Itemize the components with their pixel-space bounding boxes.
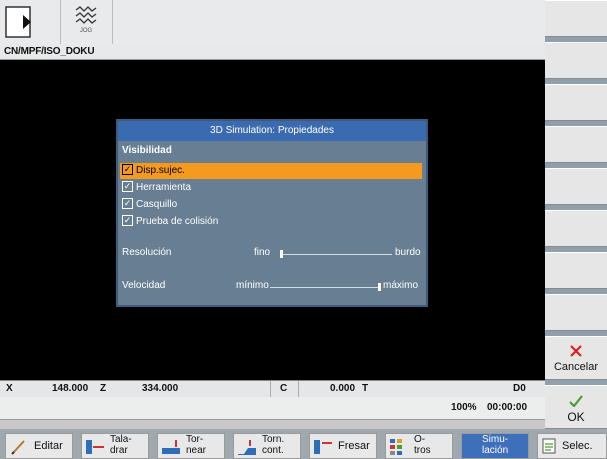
- option-chuck-label: Casquillo: [136, 199, 178, 210]
- checkmark-icon: [569, 395, 583, 407]
- turning-softkey-label: Tor- near: [186, 434, 206, 456]
- speed-max-label: máximo: [383, 280, 419, 291]
- option-collision-label: Prueba de colisión: [136, 216, 219, 227]
- cancel-icon: [570, 345, 582, 357]
- option-chuck[interactable]: ✓ Casquillo: [122, 197, 177, 213]
- d-offset-label: D0: [513, 383, 526, 394]
- feed-override: 100%: [451, 402, 477, 413]
- edit-softkey[interactable]: Editar: [5, 433, 73, 459]
- contour-turning-softkey-line2: cont.: [262, 445, 284, 456]
- checkbox-collision[interactable]: ✓: [122, 214, 133, 226]
- program-status-line: 100% 00:00:00: [0, 397, 545, 420]
- x-axis-label: X: [6, 383, 13, 394]
- option-collision[interactable]: ✓ Prueba de colisión: [122, 214, 218, 230]
- turning-softkey-line1: Tor-: [186, 434, 204, 445]
- x-axis-value: 148.000: [52, 383, 89, 394]
- others-softkey-line1: O-: [414, 434, 426, 445]
- tool-label: T: [362, 383, 369, 394]
- option-tool-label: Herramienta: [136, 182, 192, 193]
- resolution-slider-handle[interactable]: [280, 250, 283, 258]
- others-icon: [390, 439, 402, 455]
- drilling-icon: [86, 440, 104, 454]
- others-softkey-line2: tros: [414, 445, 431, 456]
- cancel-button[interactable]: Cancelar: [545, 336, 607, 380]
- milling-softkey[interactable]: Fresar: [309, 433, 377, 459]
- contour-turning-softkey-label: Torn. cont.: [262, 434, 284, 456]
- machine-mode-icon: [5, 6, 31, 38]
- properties-dialog: 3D Simulation: Propiedades Visibilidad ✓…: [116, 119, 428, 307]
- vertical-softkey-4[interactable]: [545, 126, 607, 163]
- option-fixture-label: Disp.sujec.: [136, 165, 185, 176]
- edit-softkey-label: Editar: [34, 440, 63, 452]
- runtime-display: 00:00:00: [487, 402, 528, 413]
- ok-button[interactable]: OK: [545, 385, 607, 429]
- contour-turning-icon: [238, 440, 256, 455]
- edit-icon: [11, 440, 25, 455]
- ok-label: OK: [567, 410, 585, 424]
- cancel-label: Cancelar: [553, 361, 599, 373]
- dialog-title: 3D Simulation: Propiedades: [118, 121, 426, 141]
- simulation-softkey-line1: Simu-: [482, 434, 509, 445]
- vertical-softkey-7[interactable]: [545, 252, 607, 289]
- header-separator: [60, 0, 61, 44]
- checkbox-chuck[interactable]: ✓: [122, 197, 133, 209]
- jog-label: JOG: [79, 28, 93, 34]
- c-axis-value: 0.000: [330, 383, 356, 394]
- status-separator: [298, 381, 299, 398]
- checkbox-fixture[interactable]: ✓: [122, 163, 133, 175]
- select-softkey-label: Selec.: [562, 440, 593, 452]
- program-path: CN/MPF/ISO_DOKU: [0, 44, 545, 60]
- checkbox-tool[interactable]: ✓: [122, 180, 133, 192]
- drilling-softkey[interactable]: Tala- drar: [81, 433, 149, 459]
- option-tool[interactable]: ✓ Herramienta: [122, 180, 191, 196]
- c-axis-label: C: [280, 383, 288, 394]
- status-separator: [270, 381, 271, 398]
- select-softkey[interactable]: Selec.: [537, 433, 607, 459]
- vertical-softkey-1[interactable]: [545, 0, 607, 37]
- vertical-softkey-3[interactable]: [545, 84, 607, 121]
- resolution-max-label: burdo: [395, 247, 421, 258]
- drilling-softkey-line2: drar: [110, 445, 128, 456]
- vertical-softkey-8[interactable]: [545, 294, 607, 331]
- turning-icon: [162, 440, 180, 454]
- milling-softkey-label: Fresar: [338, 440, 370, 452]
- vertical-softkey-2[interactable]: [545, 42, 607, 79]
- resolution-slider[interactable]: [280, 254, 392, 255]
- turning-softkey-line2: near: [186, 445, 207, 456]
- turning-softkey[interactable]: Tor- near: [157, 433, 225, 459]
- drilling-softkey-line1: Tala-: [110, 434, 132, 445]
- simulation-softkey[interactable]: Simu- lación: [461, 433, 529, 459]
- speed-slider[interactable]: [270, 287, 380, 288]
- speed-slider-handle[interactable]: [378, 283, 381, 291]
- visibility-heading: Visibilidad: [122, 145, 172, 156]
- simulation-softkey-label: Simu- lación: [482, 434, 508, 456]
- contour-turning-softkey-line1: Torn.: [262, 434, 285, 445]
- top-header: JOG: [0, 0, 545, 45]
- z-axis-label: Z: [100, 383, 107, 394]
- vertical-softkey-6[interactable]: [545, 210, 607, 247]
- speed-label: Velocidad: [122, 280, 166, 291]
- header-separator: [112, 0, 113, 44]
- simulation-softkey-line2: lación: [482, 445, 509, 456]
- resolution-label: Resolución: [122, 247, 172, 258]
- speed-min-label: mínimo: [236, 280, 269, 291]
- option-fixture[interactable]: ✓ Disp.sujec.: [120, 163, 422, 179]
- select-icon: [542, 438, 556, 454]
- axis-status-line: X 148.000 Z 334.000 C 0.000 T D0: [0, 380, 545, 398]
- vertical-softkey-5[interactable]: [545, 168, 607, 205]
- contour-turning-softkey[interactable]: Torn. cont.: [233, 433, 301, 459]
- drilling-softkey-label: Tala- drar: [110, 434, 132, 456]
- milling-icon: [314, 440, 332, 454]
- z-axis-value: 334.000: [142, 383, 179, 394]
- others-softkey-label: O- tros: [414, 434, 431, 456]
- jog-icon: JOG: [68, 6, 104, 38]
- others-softkey[interactable]: O- tros: [385, 433, 453, 459]
- resolution-min-label: fino: [254, 247, 271, 258]
